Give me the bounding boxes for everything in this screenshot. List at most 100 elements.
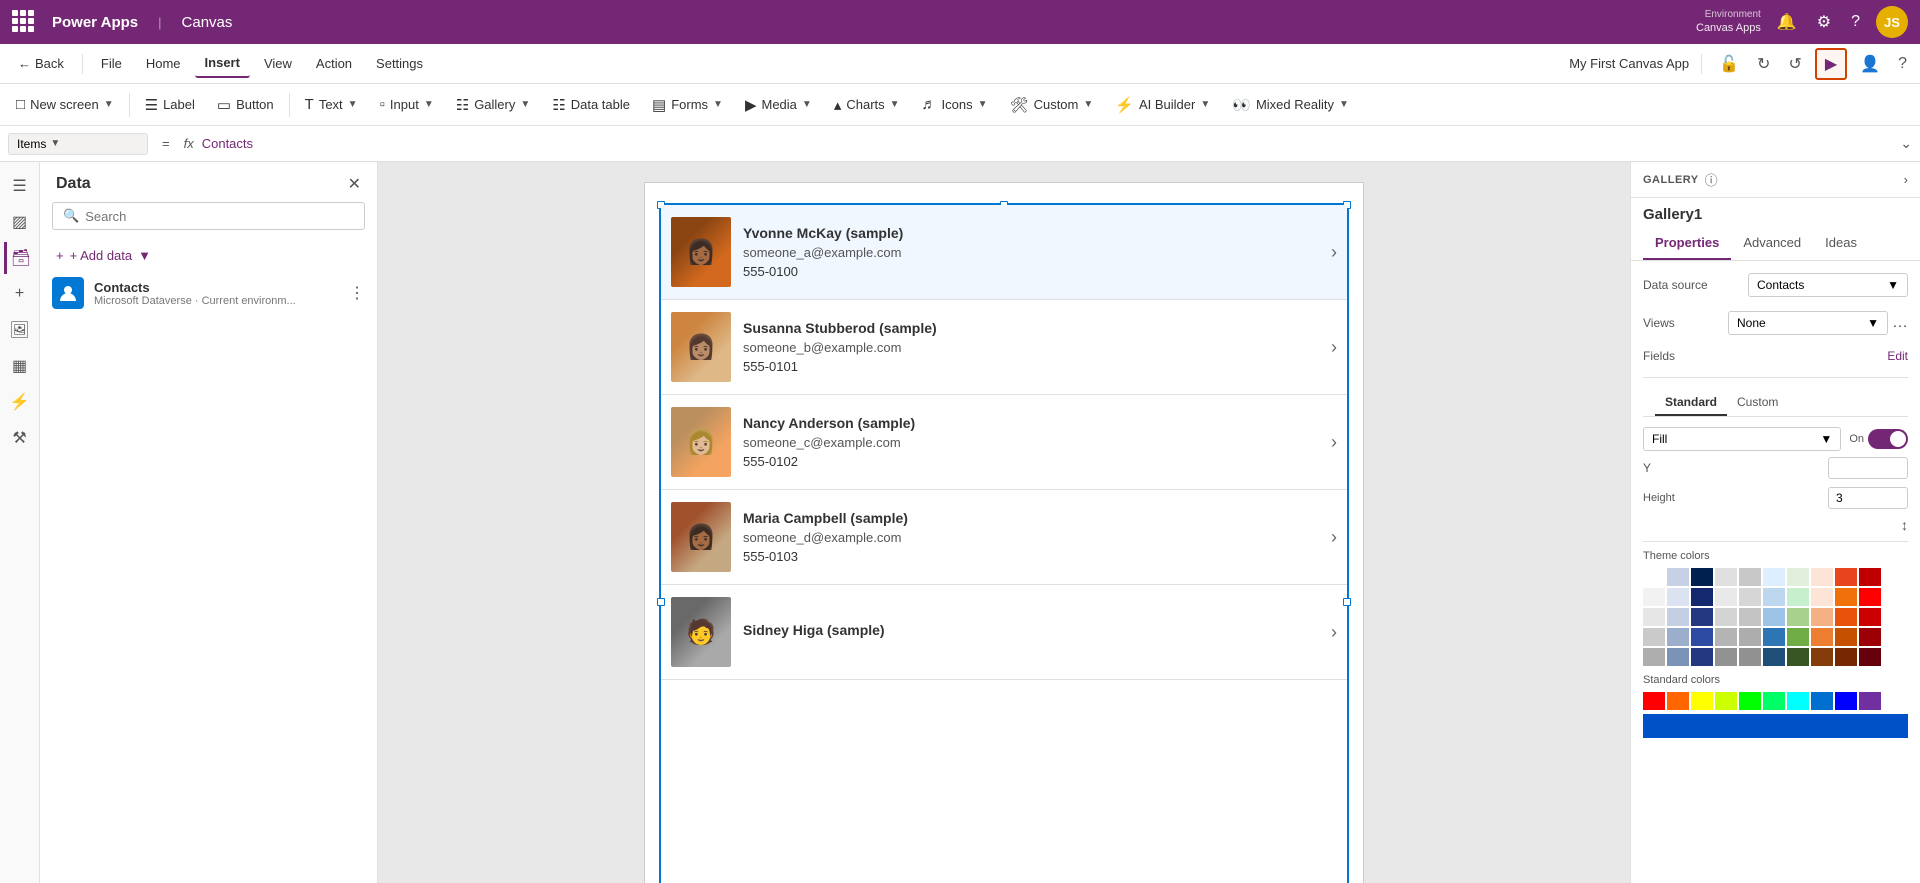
gallery-item-3[interactable]: 👩🏾 Maria Campbell (sample) someone_d@exa… [661,490,1347,585]
data-search-box[interactable]: 🔍 [52,202,365,230]
back-button[interactable]: ← Back [8,50,74,77]
color-cell[interactable] [1691,628,1713,646]
color-cell[interactable] [1859,608,1881,626]
environment-info[interactable]: Environment Canvas Apps [1696,8,1761,35]
input-button[interactable]: ▫ Input ▼ [370,91,444,118]
color-cell[interactable] [1643,608,1665,626]
help-button[interactable]: ? [1847,9,1864,35]
home-menu[interactable]: Home [136,50,191,77]
rp-tab-advanced[interactable]: Advanced [1731,227,1813,260]
data-source-contacts[interactable]: Contacts Microsoft Dataverse · Current e… [40,269,377,317]
color-cell[interactable] [1787,588,1809,606]
contact-chevron-1[interactable]: › [1331,337,1337,358]
rp-expand-icon[interactable]: › [1904,172,1908,187]
color-cell[interactable] [1811,608,1833,626]
color-cell[interactable] [1715,628,1737,646]
help-circle-icon[interactable]: ⓘ [1705,170,1718,189]
formula-expand-icon[interactable]: ⌄ [1900,135,1912,152]
color-cell[interactable] [1787,648,1809,666]
person-add-icon[interactable]: 👤 [1855,49,1885,79]
blue-swatch[interactable] [1643,714,1908,738]
rp-sub-tab-standard[interactable]: Standard [1655,390,1727,416]
color-cell[interactable] [1787,568,1809,586]
ai-builder-button[interactable]: ⚡ AI Builder ▼ [1105,91,1220,119]
play-button[interactable]: ▶ [1815,48,1847,80]
button-tool[interactable]: ▭ Button [207,91,284,119]
color-cell[interactable] [1667,648,1689,666]
redo-button[interactable]: ↺ [1783,49,1806,79]
std-color-cell[interactable] [1763,692,1785,710]
sidebar-screens[interactable]: ▨ [4,206,36,238]
user-avatar[interactable]: JS [1876,6,1908,38]
color-cell[interactable] [1643,648,1665,666]
new-screen-button[interactable]: □ New screen ▼ [6,91,124,118]
waffle-menu[interactable] [12,10,36,34]
media-button[interactable]: ▶ Media ▼ [735,91,822,119]
std-color-cell[interactable] [1691,692,1713,710]
rp-y-input[interactable] [1828,457,1908,479]
color-cell[interactable] [1811,588,1833,606]
std-color-cell[interactable] [1715,692,1737,710]
gallery-item-4[interactable]: 🧑 Sidney Higa (sample) › [661,585,1347,680]
contact-chevron-4[interactable]: › [1331,622,1337,643]
help-menu-icon[interactable]: ? [1893,50,1912,78]
sidebar-components[interactable]: ▦ [4,350,36,382]
rp-sub-tab-custom[interactable]: Custom [1727,390,1788,416]
color-cell[interactable] [1667,588,1689,606]
gallery-button[interactable]: ☷ Gallery ▼ [446,91,541,119]
forms-button[interactable]: ▤ Forms ▼ [642,91,733,119]
std-color-cell[interactable] [1811,692,1833,710]
std-color-cell[interactable] [1835,692,1857,710]
contact-chevron-3[interactable]: › [1331,527,1337,548]
color-cell[interactable] [1763,628,1785,646]
rp-tab-properties[interactable]: Properties [1643,227,1731,260]
gallery-item-0[interactable]: 👩🏾 Yvonne McKay (sample) someone_a@examp… [661,205,1347,300]
color-cell[interactable] [1643,628,1665,646]
color-cell[interactable] [1691,648,1713,666]
color-cell[interactable] [1739,588,1761,606]
color-cell[interactable] [1739,568,1761,586]
settings-menu[interactable]: Settings [366,50,433,77]
color-cell[interactable] [1691,568,1713,586]
color-cell[interactable] [1715,648,1737,666]
rp-height-input[interactable] [1828,487,1908,509]
contact-chevron-0[interactable]: › [1331,242,1337,263]
file-menu[interactable]: File [91,50,132,77]
rp-datasource-dropdown[interactable]: Contacts ▼ [1748,273,1908,297]
rp-views-more-icon[interactable]: … [1892,314,1908,332]
sidebar-tools[interactable]: ⚒ [4,422,36,454]
mixed-reality-button[interactable]: 👀 Mixed Reality ▼ [1222,91,1359,119]
color-cell[interactable] [1667,608,1689,626]
view-menu[interactable]: View [254,50,302,77]
data-panel-close[interactable]: ✕ [348,174,361,194]
color-cell[interactable] [1835,588,1857,606]
std-color-cell[interactable] [1643,692,1665,710]
color-cell[interactable] [1667,568,1689,586]
codev-icon[interactable]: 🔓 [1714,49,1744,79]
contact-chevron-2[interactable]: › [1331,432,1337,453]
rp-views-dropdown[interactable]: None ▼ [1728,311,1888,335]
color-cell[interactable] [1811,568,1833,586]
canvas-frame[interactable]: 👩🏾 Yvonne McKay (sample) someone_a@examp… [644,182,1364,883]
color-cell[interactable] [1739,608,1761,626]
data-table-button[interactable]: ☷ Data table [542,91,640,119]
data-search-input[interactable] [85,209,354,224]
resize-icon[interactable]: ↕ [1901,517,1908,533]
color-cell[interactable] [1763,568,1785,586]
color-cell[interactable] [1763,588,1785,606]
color-cell[interactable] [1835,648,1857,666]
undo-button[interactable]: ↻ [1752,49,1775,79]
rp-toggle[interactable] [1868,429,1908,449]
rp-tab-ideas[interactable]: Ideas [1813,227,1869,260]
std-color-cell[interactable] [1859,692,1881,710]
color-cell[interactable] [1859,628,1881,646]
color-cell[interactable] [1691,588,1713,606]
color-cell[interactable] [1739,648,1761,666]
color-cell[interactable] [1643,588,1665,606]
color-cell[interactable] [1739,628,1761,646]
color-cell[interactable] [1811,628,1833,646]
rp-fields-edit[interactable]: Edit [1887,349,1908,363]
color-cell[interactable] [1643,568,1665,586]
icons-button[interactable]: ♬ Icons ▼ [912,91,998,118]
sidebar-ai[interactable]: ⚡ [4,386,36,418]
